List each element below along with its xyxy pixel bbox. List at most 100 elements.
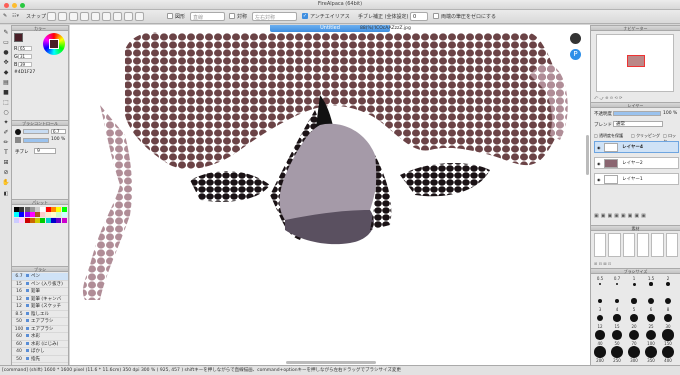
text-tool-icon[interactable]: T xyxy=(1,148,11,157)
material-tabs[interactable]: ⊞ ⊟ ⊠ ⊡ xyxy=(594,261,678,266)
pen-tool-icon[interactable]: ✎ xyxy=(3,13,7,19)
frame-divider-tool-icon[interactable]: ⊞ xyxy=(1,158,11,167)
fg-bg-colors-icon[interactable]: ◧ xyxy=(1,190,11,199)
symmetry-checkbox[interactable] xyxy=(229,13,235,19)
zero-pressure-checkbox[interactable] xyxy=(433,13,439,19)
brush-size-dot[interactable] xyxy=(596,314,604,322)
horizontal-scrollbar[interactable] xyxy=(286,361,376,364)
brush-list-item[interactable]: 8.5 陰しエル xyxy=(12,311,68,318)
shape-checkbox[interactable] xyxy=(167,13,173,19)
r-input[interactable]: 65 xyxy=(18,46,32,51)
brush-size-dot[interactable] xyxy=(595,330,605,340)
snap-menu-icon[interactable]: ☷▾ xyxy=(12,13,19,19)
stabilizer-select[interactable]: 0 xyxy=(410,12,428,21)
brush-size-dot[interactable] xyxy=(594,346,606,358)
hex-value[interactable]: #4D1F27 xyxy=(14,70,35,75)
snap-radial-button[interactable] xyxy=(91,12,100,21)
eyedropper-tool-icon[interactable]: ⊘ xyxy=(1,168,11,177)
color-wheel[interactable] xyxy=(43,33,65,55)
snap-off-button[interactable] xyxy=(47,12,56,21)
layer-opacity-slider[interactable] xyxy=(613,111,661,116)
brush-list-item[interactable]: 12 鉛筆 (キャンバ xyxy=(12,296,68,303)
clipping-checkbox[interactable]: □ クリッピング xyxy=(631,133,660,139)
snap-curve-button[interactable] xyxy=(113,12,122,21)
navigator-controls[interactable]: ⤺ ⤻ ⊕ ⊖ ⟲ ⟳ xyxy=(594,95,678,100)
select-pen-tool-icon[interactable]: ✐ xyxy=(1,128,11,137)
brush-list-item[interactable]: 50 エアブラシ xyxy=(12,318,68,326)
snap-circle-button[interactable] xyxy=(102,12,111,21)
user-avatar[interactable] xyxy=(570,33,581,44)
brush-size-dot[interactable] xyxy=(646,313,656,323)
brush-size-dot[interactable] xyxy=(612,330,622,340)
g-input[interactable]: 31 xyxy=(18,54,32,59)
move-tool-icon[interactable]: ✥ xyxy=(1,58,11,67)
snap-3d-button[interactable] xyxy=(124,12,133,21)
snap-settings-button[interactable] xyxy=(135,12,144,21)
shape-select[interactable]: 直線 xyxy=(190,12,225,21)
brush-size-dot[interactable] xyxy=(664,297,672,305)
brush-size-dot[interactable] xyxy=(611,346,623,358)
brush-size-dot[interactable] xyxy=(662,346,674,358)
navigator-viewport[interactable] xyxy=(627,55,645,67)
pixiv-icon[interactable]: P xyxy=(570,49,581,60)
brush-size-dot[interactable] xyxy=(614,298,620,304)
brush-list-item[interactable]: 60 水彩 (にじみ) xyxy=(12,341,68,348)
brush-size-dot[interactable] xyxy=(666,282,670,286)
vertical-scrollbar[interactable] xyxy=(586,135,589,175)
snap-cross-button[interactable] xyxy=(69,12,78,21)
brush-size-slider[interactable] xyxy=(23,129,49,134)
palette-grid[interactable] xyxy=(14,207,67,241)
brush-size-dot[interactable] xyxy=(630,314,638,322)
eraser-tool-icon[interactable]: ▭ xyxy=(1,38,11,47)
canvas-area[interactable]: Untitled 88(%)'ICOcAAZzzZ.jpg P xyxy=(70,25,590,365)
brush-list-item[interactable]: 16 鉛筆 xyxy=(12,288,68,296)
brush-size-dot[interactable] xyxy=(631,298,637,304)
layer-row-2[interactable]: ◉ レイヤー2 xyxy=(594,157,679,169)
brush-size-value[interactable]: 6.7 xyxy=(51,129,66,134)
brush-size-dot[interactable] xyxy=(662,329,674,341)
stabilizer-small-select[interactable]: 9 xyxy=(34,148,56,154)
brush-list-item[interactable]: 100 エアブラシ xyxy=(12,326,68,333)
material-grid[interactable] xyxy=(594,233,678,257)
navigator-preview[interactable] xyxy=(596,34,674,92)
layer-visibility-icon[interactable]: ◉ xyxy=(597,177,601,182)
brush-size-dot[interactable] xyxy=(632,282,636,286)
layer-row-1[interactable]: ◉ レイヤー4 xyxy=(594,141,679,153)
shape-tool-icon[interactable]: ■ xyxy=(1,88,11,97)
snap-parallel-button[interactable] xyxy=(58,12,67,21)
brush-size-dot[interactable] xyxy=(615,282,619,286)
brush-list-item[interactable]: 15 ペン (入り抜き) xyxy=(12,281,68,288)
brush-tool-icon[interactable]: ✎ xyxy=(1,28,11,37)
brush-size-dot[interactable] xyxy=(649,282,653,286)
select-tool-icon[interactable]: ⬚ xyxy=(1,98,11,107)
snap-vanish-button[interactable] xyxy=(80,12,89,21)
brush-size-dot[interactable] xyxy=(645,329,657,341)
b-input[interactable]: 39 xyxy=(18,62,32,67)
brush-size-dot[interactable] xyxy=(613,314,621,322)
opacity-slider[interactable] xyxy=(23,138,49,143)
magic-wand-tool-icon[interactable]: ✦ xyxy=(1,118,11,127)
blend-select[interactable]: 通常 xyxy=(613,121,663,127)
brush-list-item[interactable]: 60 水彩 xyxy=(12,333,68,341)
select-eraser-tool-icon[interactable]: ✏ xyxy=(1,138,11,147)
brush-size-dot[interactable] xyxy=(628,346,640,358)
brush-list-item[interactable]: 12 鉛筆 (スケッチ xyxy=(12,303,68,311)
gradient-tool-icon[interactable]: ▤ xyxy=(1,78,11,87)
brush-size-dot[interactable] xyxy=(648,298,654,304)
symmetry-select[interactable]: 左右対称 xyxy=(252,12,297,21)
brush-size-dot[interactable] xyxy=(597,298,603,304)
brush-size-dot[interactable] xyxy=(645,346,657,358)
antialias-checkbox[interactable]: ✓ xyxy=(302,13,308,19)
foreground-color-swatch[interactable] xyxy=(14,33,23,42)
brush-list-item[interactable]: 6.7 ペン xyxy=(12,273,68,281)
brush-size-dot[interactable] xyxy=(663,313,673,323)
layer-action-icons[interactable]: ▣▣▣▣▣▣▣▣ xyxy=(594,213,678,219)
brush-list-item[interactable]: 40 ぼかし xyxy=(12,348,68,356)
brush-size-dot[interactable] xyxy=(628,329,640,341)
layer-visibility-icon[interactable]: ◉ xyxy=(597,145,601,150)
protect-alpha-checkbox[interactable]: □ 透明度を保護 xyxy=(594,133,623,139)
hand-tool-icon[interactable]: ✋ xyxy=(1,178,11,187)
brush-size-dot[interactable] xyxy=(599,283,601,285)
fill-tool-icon[interactable]: ◆ xyxy=(1,68,11,77)
dot-tool-icon[interactable]: ● xyxy=(1,48,11,57)
